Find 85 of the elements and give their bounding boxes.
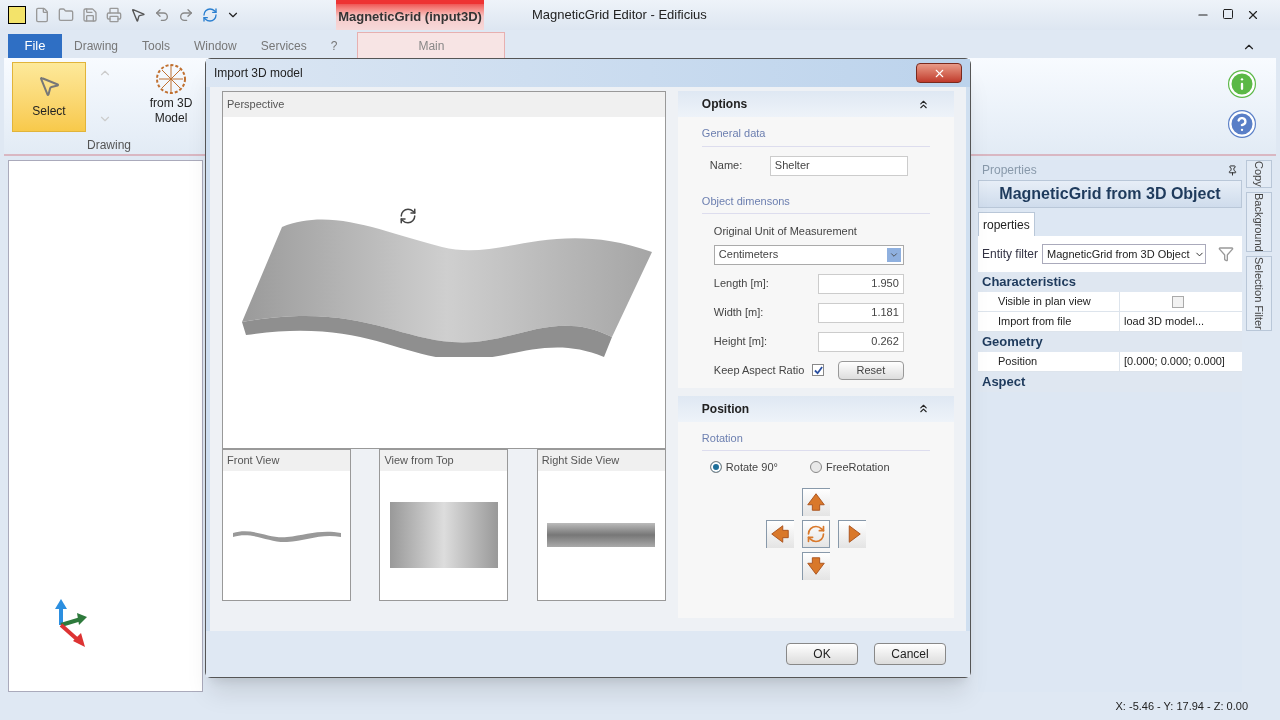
from-3d-model-button[interactable]: from 3D Model [136, 62, 206, 132]
properties-heading: MagneticGrid from 3D Object [978, 180, 1242, 208]
property-name: Import from file [978, 312, 1120, 331]
view-label: Front View [223, 450, 350, 471]
rotate-down-button[interactable] [801, 551, 830, 580]
pointer-icon [37, 74, 61, 98]
ribbon-tab[interactable]: ? [318, 34, 350, 58]
section-heading: Position [701, 400, 750, 418]
dialog-button[interactable]: OK [786, 643, 858, 665]
field-label: Length [m]: [713, 276, 769, 292]
rotate-left-button[interactable] [765, 519, 794, 548]
rotate-button[interactable] [801, 519, 830, 548]
rotate-right-button[interactable] [837, 519, 866, 548]
side-tab[interactable]: Copy [1246, 160, 1272, 188]
maximize-icon[interactable] [1222, 8, 1234, 20]
filter-label: Entity filter [982, 246, 1038, 263]
ribbon-group-label: Drawing [87, 137, 131, 154]
category-label: Characteristics [982, 273, 1076, 292]
reset-button[interactable]: Reset [837, 360, 904, 380]
up-arrow-icon [805, 491, 828, 513]
left-arrow-icon [769, 523, 792, 545]
new-file-icon[interactable] [34, 7, 50, 23]
dimension-field[interactable]: 0.262 [817, 331, 904, 352]
property-name: Position [978, 352, 1120, 371]
group-label: General data [701, 125, 930, 147]
field-label: Width [m]: [713, 305, 764, 321]
field-label: Height [m]: [713, 334, 767, 350]
close-icon[interactable] [1246, 8, 1260, 22]
dialog-title: Import 3D model [214, 65, 303, 82]
collapse-icon[interactable] [917, 402, 930, 415]
redo-icon[interactable] [178, 7, 194, 23]
properties-tab[interactable]: roperties [978, 212, 1035, 236]
printer-icon[interactable] [106, 7, 122, 23]
property-checkbox[interactable] [1172, 295, 1184, 308]
ribbon-tab[interactable]: Window [182, 34, 249, 58]
panel-title: Properties [982, 162, 1037, 179]
rotate-icon [805, 523, 826, 544]
dimension-field[interactable]: 1.950 [817, 273, 904, 294]
pin-icon[interactable] [1227, 164, 1238, 176]
group-label: Object dimensons [701, 192, 930, 214]
folder-icon[interactable] [58, 7, 74, 23]
save-icon[interactable] [82, 7, 98, 23]
filter-icon[interactable] [1218, 246, 1234, 262]
field-label: Name: [709, 158, 744, 174]
rotation-radio[interactable]: FreeRotation [809, 459, 890, 476]
app-logo-icon [8, 6, 26, 24]
refresh-icon[interactable] [202, 7, 218, 23]
unit-dropdown[interactable]: Centimeters [713, 244, 904, 265]
field-label: Original Unit of Measurement [713, 224, 858, 239]
entity-filter-dropdown[interactable]: MagneticGrid from 3D Object [1042, 244, 1206, 264]
ribbon-tab[interactable]: Services [248, 34, 319, 58]
section-heading: Options [701, 96, 748, 113]
name-field[interactable]: Shelter [769, 155, 908, 176]
file-tab[interactable]: File [8, 34, 62, 58]
help-icon[interactable] [1228, 110, 1256, 138]
side-tab[interactable]: Background [1246, 191, 1272, 253]
geodesic-sphere-icon [154, 62, 188, 96]
info-icon[interactable] [1228, 70, 1256, 98]
dialog-button[interactable]: Cancel [874, 643, 946, 665]
down-arrow-icon [805, 555, 828, 577]
check-icon [813, 365, 823, 375]
field-label: Keep Aspect Ratio [713, 362, 805, 378]
property-value[interactable]: [0.000; 0.000; 0.000] [1124, 353, 1225, 370]
ribbon-tab[interactable]: Tools [130, 34, 183, 58]
view-label: Right Side View [537, 450, 665, 471]
keep-aspect-checkbox[interactable] [812, 364, 825, 376]
context-group-header: MagneticGrid (input3D) [336, 0, 484, 30]
dimension-field[interactable]: 1.181 [817, 302, 904, 323]
category-label: Aspect [982, 373, 1026, 392]
pointer-icon[interactable] [130, 7, 146, 23]
side-tab[interactable]: Selection Filter [1246, 256, 1272, 332]
status-coordinates: X: -5.46 - Y: 17.94 - Z: 0.00 [1115, 698, 1248, 714]
property-name: Visible in plan view [978, 292, 1120, 311]
property-value[interactable]: load 3D model... [1124, 313, 1205, 330]
group-label: Rotation [701, 429, 930, 451]
view-label: Perspective [223, 92, 665, 117]
window-title: MagneticGrid Editor - Edificius [532, 6, 707, 25]
category-label: Geometry [982, 333, 1043, 352]
ribbon-tab[interactable]: Drawing [62, 34, 130, 58]
rotation-radio[interactable]: Rotate 90° [709, 459, 778, 476]
select-button[interactable]: Select [12, 62, 86, 132]
view-label: View from Top [380, 450, 508, 471]
close-button[interactable] [916, 63, 962, 83]
rotate-up-button[interactable] [801, 487, 830, 516]
undo-icon[interactable] [154, 7, 170, 23]
